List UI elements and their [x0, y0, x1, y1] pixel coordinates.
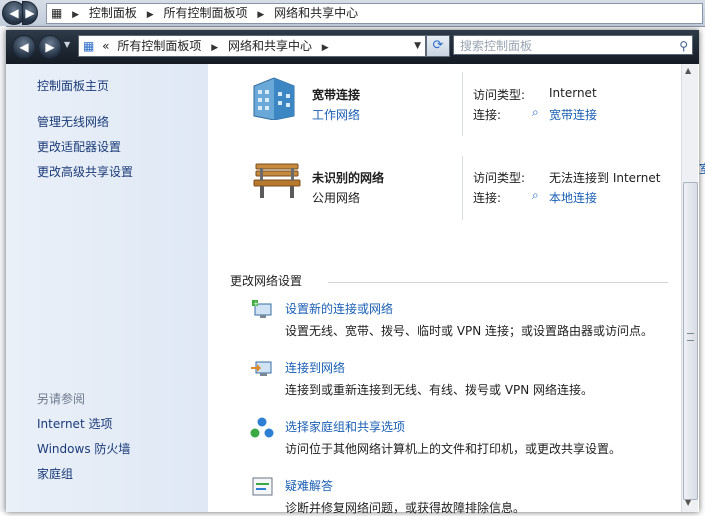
sidebar-link-manage-wireless[interactable]: 管理无线网络 [37, 113, 109, 130]
search-input[interactable]: 搜索控制面板 ⚲ [453, 35, 693, 55]
control-panel-icon: ▦ [51, 6, 63, 20]
address-bar[interactable]: ▦ « 所有控制面板项 ▶ 网络和共享中心 ▶ ▼ [78, 35, 426, 57]
connect-to-network-icon[interactable] [250, 357, 274, 381]
task-connect-network-desc: 连接到或重新连接到无线、有线、拨号或 VPN 网络连接。 [285, 383, 594, 397]
task-homegroup-desc: 访问位于其他网络计算机上的文件和打印机，或更改共享设置。 [285, 442, 622, 456]
change-network-settings-heading: 更改网络设置 [230, 274, 303, 288]
refresh-icon[interactable]: ⟳ [426, 35, 450, 57]
sidebar-link-homegroup[interactable]: 家庭组 [37, 465, 73, 482]
navigation-toolbar: ◀ ▶ ▼ ▦ « 所有控制面板项 ▶ 网络和共享中心 ▶ ▼ ⟳ 搜索控制面板… [6, 30, 699, 64]
address-crumb[interactable]: 网络和共享中心 [228, 39, 312, 53]
access-type-value: Internet [549, 86, 597, 100]
network-type-link[interactable]: 工作网络 [312, 106, 360, 123]
address-dropdown-icon[interactable]: ▼ [414, 36, 421, 56]
task-setup-connection-desc: 设置无线、宽带、拨号、临时或 VPN 连接；或设置路由器或访问点。 [285, 324, 654, 338]
sidebar-link-internet-options[interactable]: Internet 选项 [37, 415, 112, 432]
access-type-label: 访问类型: [473, 88, 526, 102]
forward-arrow-icon[interactable]: ▶ [22, 1, 38, 25]
scroll-up-arrow-icon[interactable]: ▲ [685, 66, 691, 75]
scrollbar-thumb[interactable] [683, 182, 698, 500]
task-connect-network-link[interactable]: 连接到网络 [285, 359, 345, 376]
task-setup-connection-link[interactable]: 设置新的连接或网络 [285, 300, 393, 317]
address-overflow-chevron[interactable]: « [98, 39, 113, 53]
task-troubleshoot-link[interactable]: 疑难解答 [285, 477, 333, 494]
connection-label: 连接: [473, 191, 502, 205]
recent-pages-dropdown-icon[interactable]: ▼ [64, 40, 70, 49]
divider [462, 156, 463, 220]
access-type-value: 无法连接到 Internet [549, 171, 661, 185]
connection-label: 连接: [473, 108, 502, 122]
section-divider [328, 282, 668, 283]
breadcrumb-item[interactable]: 网络和共享中心 [274, 6, 358, 20]
network-name: 未识别的网络 [312, 171, 385, 185]
breadcrumb-item[interactable]: 控制面板 [89, 6, 137, 20]
sidebar-link-control-panel-home[interactable]: 控制面板主页 [37, 77, 109, 94]
grip-icon [687, 333, 694, 341]
new-connection-icon[interactable]: + [250, 298, 274, 322]
svg-text:+: + [253, 300, 259, 308]
divider [462, 72, 463, 136]
sidebar: 控制面板主页 管理无线网络 更改适配器设置 更改高级共享设置 另请参阅 Inte… [6, 64, 208, 512]
control-panel-icon: ▦ [83, 39, 95, 53]
office-building-icon [253, 77, 295, 120]
sidebar-link-advanced-sharing[interactable]: 更改高级共享设置 [37, 163, 133, 180]
network-type: 公用网络 [312, 191, 361, 205]
search-placeholder: 搜索控制面板 [460, 39, 533, 53]
task-homegroup-link[interactable]: 选择家庭组和共享选项 [285, 418, 405, 435]
network-sharing-center-window: ◀ ▶ ▼ ▦ « 所有控制面板项 ▶ 网络和共享中心 ▶ ▼ ⟳ 搜索控制面板… [6, 30, 699, 515]
vertical-scrollbar[interactable]: ▲ ▼ [681, 64, 698, 512]
forward-button[interactable]: ▶ [38, 35, 62, 59]
see-also-heading: 另请参阅 [37, 392, 86, 406]
sidebar-link-windows-firewall[interactable]: Windows 防火墙 [37, 440, 130, 457]
signal-icon: ⌕ [532, 105, 539, 119]
connection-link[interactable]: 宽带连接 [549, 106, 597, 123]
search-icon[interactable]: ⚲ [679, 36, 688, 56]
back-button[interactable]: ◀ [12, 35, 36, 59]
network-name: 宽带连接 [312, 88, 361, 102]
scroll-down-arrow-icon[interactable]: ▼ [685, 498, 691, 507]
breadcrumb-item[interactable]: 所有控制面板项 [164, 6, 248, 20]
signal-icon: ⌕ [532, 188, 539, 202]
main-content: 宽带连接 工作网络 访问类型: Internet 连接: ⌕ 宽带连接 未识别的… [208, 64, 681, 515]
access-type-label: 访问类型: [473, 171, 526, 185]
connection-link[interactable]: 本地连接 [549, 189, 597, 206]
background-address-bar: ◀ ▶ ▦ ▶ 控制面板 ▶ 所有控制面板项 ▶ 网络和共享中心 [0, 0, 705, 27]
troubleshoot-icon[interactable] [250, 475, 274, 499]
sidebar-link-adapter-settings[interactable]: 更改适配器设置 [37, 138, 121, 155]
park-bench-icon [253, 163, 301, 198]
background-breadcrumb[interactable]: ▦ ▶ 控制面板 ▶ 所有控制面板项 ▶ 网络和共享中心 [46, 3, 703, 24]
task-troubleshoot-desc: 诊断并修复网络问题，或获得故障排除信息。 [285, 501, 526, 515]
background-window-peek-text: 室 [699, 160, 705, 177]
address-crumb[interactable]: 所有控制面板项 [117, 39, 201, 53]
homegroup-icon[interactable] [250, 416, 274, 440]
